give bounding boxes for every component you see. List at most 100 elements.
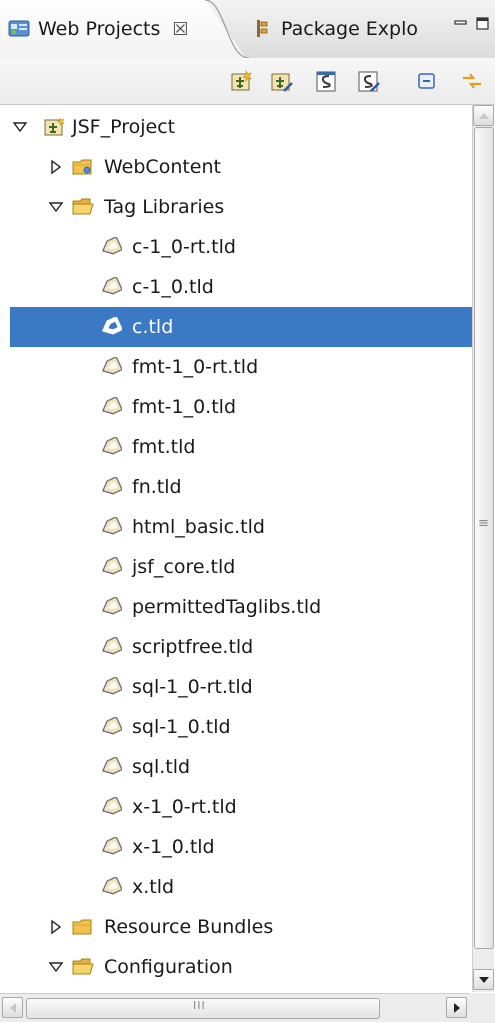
collapsed-triangle-icon[interactable] — [48, 159, 64, 175]
tree-item-label: jsf_core.tld — [132, 556, 236, 578]
tag-library-icon — [101, 677, 122, 695]
tree-item-label: x.tld — [132, 876, 175, 898]
new-file-icon — [316, 71, 336, 92]
tag-library-icon — [101, 797, 122, 815]
tree-item-tld-file[interactable]: html_basic.tld — [10, 507, 472, 547]
tab-package-explorer[interactable]: Package Explo — [255, 0, 418, 58]
tree-item-label: fmt-1_0.tld — [132, 396, 237, 418]
tree-item-tld-file[interactable]: x.tld — [10, 867, 472, 907]
new-file-button[interactable] — [313, 67, 341, 95]
scrollbar-corner — [470, 993, 495, 1023]
tree-item-tld-file[interactable]: jsf_core.tld — [10, 547, 472, 587]
tag-library-icon — [101, 717, 122, 735]
new-file-wizard-icon — [358, 71, 380, 92]
arrow-up-icon — [478, 112, 489, 119]
tag-library-icon — [101, 477, 122, 495]
tree-item-tld-file[interactable]: sql.tld — [10, 747, 472, 787]
tree-item-label: fmt.tld — [132, 436, 196, 458]
tree-item-label: c-1_0-rt.tld — [132, 236, 236, 258]
tree-item-label: html_basic.tld — [132, 516, 265, 538]
tree-item-label: sql.tld — [132, 756, 191, 778]
expanded-triangle-icon[interactable] — [12, 119, 28, 135]
tag-library-icon — [101, 317, 122, 335]
folder-icon — [72, 159, 92, 175]
tag-library-icon — [101, 877, 122, 895]
tree-item-label: JSF_Project — [72, 116, 176, 138]
scroll-up-button[interactable] — [473, 105, 494, 126]
link-with-editor-button[interactable] — [458, 67, 486, 95]
arrow-down-icon — [478, 976, 489, 983]
tag-library-icon — [101, 237, 122, 255]
new-project-icon — [231, 70, 252, 91]
tree-item-tld-file[interactable]: sql-1_0-rt.tld — [10, 667, 472, 707]
tag-library-icon — [101, 757, 122, 775]
minimize-icon[interactable] — [453, 16, 469, 32]
tree-item-tld-file[interactable]: c.tld — [10, 307, 472, 347]
tree-item-resource-bundles[interactable]: Resource Bundles — [10, 907, 472, 947]
scroll-right-button[interactable] — [446, 997, 467, 1018]
expanded-triangle-icon[interactable] — [48, 959, 64, 975]
tree-item-tld-file[interactable]: fmt-1_0.tld — [10, 387, 472, 427]
new-project-button[interactable] — [228, 67, 256, 95]
tree-item-webcontent[interactable]: WebContent — [10, 147, 472, 187]
tree-item-label: Tag Libraries — [104, 196, 225, 218]
new-file-wizard-button[interactable] — [355, 67, 383, 95]
project-tree: JSF_Project WebContent Tag Libraries c-1… — [10, 105, 472, 992]
project-icon — [44, 117, 65, 136]
tree-item-label: fn.tld — [132, 476, 182, 498]
tree-item-configuration[interactable]: Configuration — [10, 947, 472, 987]
tab-label: Package Explo — [281, 18, 419, 40]
folder-open-icon — [72, 198, 94, 215]
scroll-left-button[interactable] — [2, 997, 23, 1018]
folder-icon — [72, 919, 92, 935]
tree-item-label: WebContent — [104, 156, 221, 178]
tree-item-label: c-1_0.tld — [132, 276, 214, 298]
tree-item-tld-file[interactable]: x-1_0-rt.tld — [10, 787, 472, 827]
horizontal-scroll-thumb[interactable]: III — [26, 998, 380, 1019]
tag-library-icon — [101, 597, 122, 615]
expanded-triangle-icon[interactable] — [48, 199, 64, 215]
tree-item-label: scriptfree.tld — [132, 636, 254, 658]
tree-item-label: sql-1_0-rt.tld — [132, 676, 253, 698]
tag-library-icon — [101, 837, 122, 855]
view-toolbar — [0, 58, 495, 105]
tree-item-tld-file[interactable]: x-1_0.tld — [10, 827, 472, 867]
tag-library-icon — [101, 637, 122, 655]
view-tab-bar: Web Projects ☒ Package Explo — [0, 0, 495, 59]
tree-item-label: sql-1_0.tld — [132, 716, 231, 738]
tree-item-tag-libraries[interactable]: Tag Libraries — [10, 187, 472, 227]
tree-item-tld-file[interactable]: c-1_0-rt.tld — [10, 227, 472, 267]
scroll-grip: ≡ — [478, 516, 489, 531]
close-tab-icon[interactable]: ☒ — [172, 19, 188, 40]
horizontal-scrollbar[interactable]: III — [0, 993, 470, 1022]
collapse-all-button[interactable] — [413, 67, 441, 95]
tree-item-tld-file[interactable]: c-1_0.tld — [10, 267, 472, 307]
tag-library-icon — [101, 397, 122, 415]
tree-item-label: Configuration — [104, 956, 233, 978]
tree-item-tld-file[interactable]: fmt-1_0-rt.tld — [10, 347, 472, 387]
tree-item-label: c.tld — [132, 316, 174, 338]
tag-library-icon — [101, 357, 122, 375]
tree-item-tld-file[interactable]: permittedTaglibs.tld — [10, 587, 472, 627]
scroll-down-button[interactable] — [473, 969, 494, 990]
new-project-wizard-button[interactable] — [268, 67, 296, 95]
vertical-scroll-thumb[interactable]: ≡ — [474, 127, 494, 949]
arrow-right-icon — [453, 1002, 460, 1013]
tab-label: Web Projects — [38, 18, 161, 40]
tree-item-jsf-project[interactable]: JSF_Project — [10, 107, 472, 147]
tree-item-tld-file[interactable]: scriptfree.tld — [10, 627, 472, 667]
tag-library-icon — [101, 557, 122, 575]
collapsed-triangle-icon[interactable] — [48, 919, 64, 935]
tag-library-icon — [101, 277, 122, 295]
maximize-icon[interactable] — [475, 16, 491, 32]
package-explorer-icon — [257, 20, 268, 37]
tab-web-projects[interactable]: Web Projects ☒ — [8, 0, 189, 58]
tag-library-icon — [101, 517, 122, 535]
tree-item-tld-file[interactable]: sql-1_0.tld — [10, 707, 472, 747]
vertical-scrollbar[interactable]: ≡ — [472, 105, 494, 992]
tree-item-label: x-1_0-rt.tld — [132, 796, 237, 818]
folder-open-icon — [72, 958, 94, 975]
tree-item-tld-file[interactable]: fmt.tld — [10, 427, 472, 467]
web-projects-icon — [8, 20, 30, 37]
tree-item-tld-file[interactable]: fn.tld — [10, 467, 472, 507]
